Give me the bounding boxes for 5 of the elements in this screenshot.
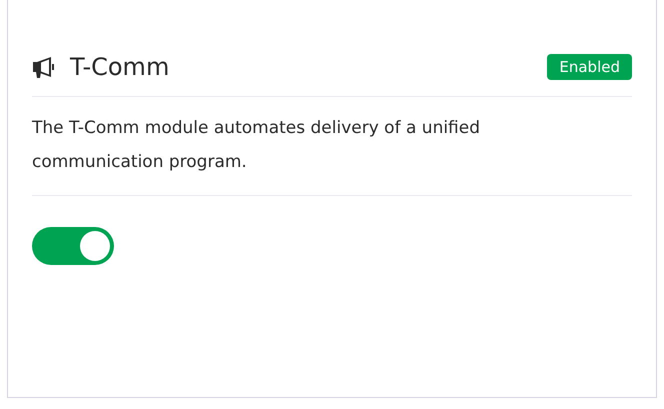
megaphone-icon bbox=[32, 56, 56, 78]
module-description: The T-Comm module automates delivery of a unified communication program. bbox=[32, 117, 482, 174]
module-toggle[interactable] bbox=[32, 227, 114, 265]
status-badge: Enabled bbox=[547, 54, 632, 80]
module-title: T-Comm bbox=[70, 53, 170, 81]
